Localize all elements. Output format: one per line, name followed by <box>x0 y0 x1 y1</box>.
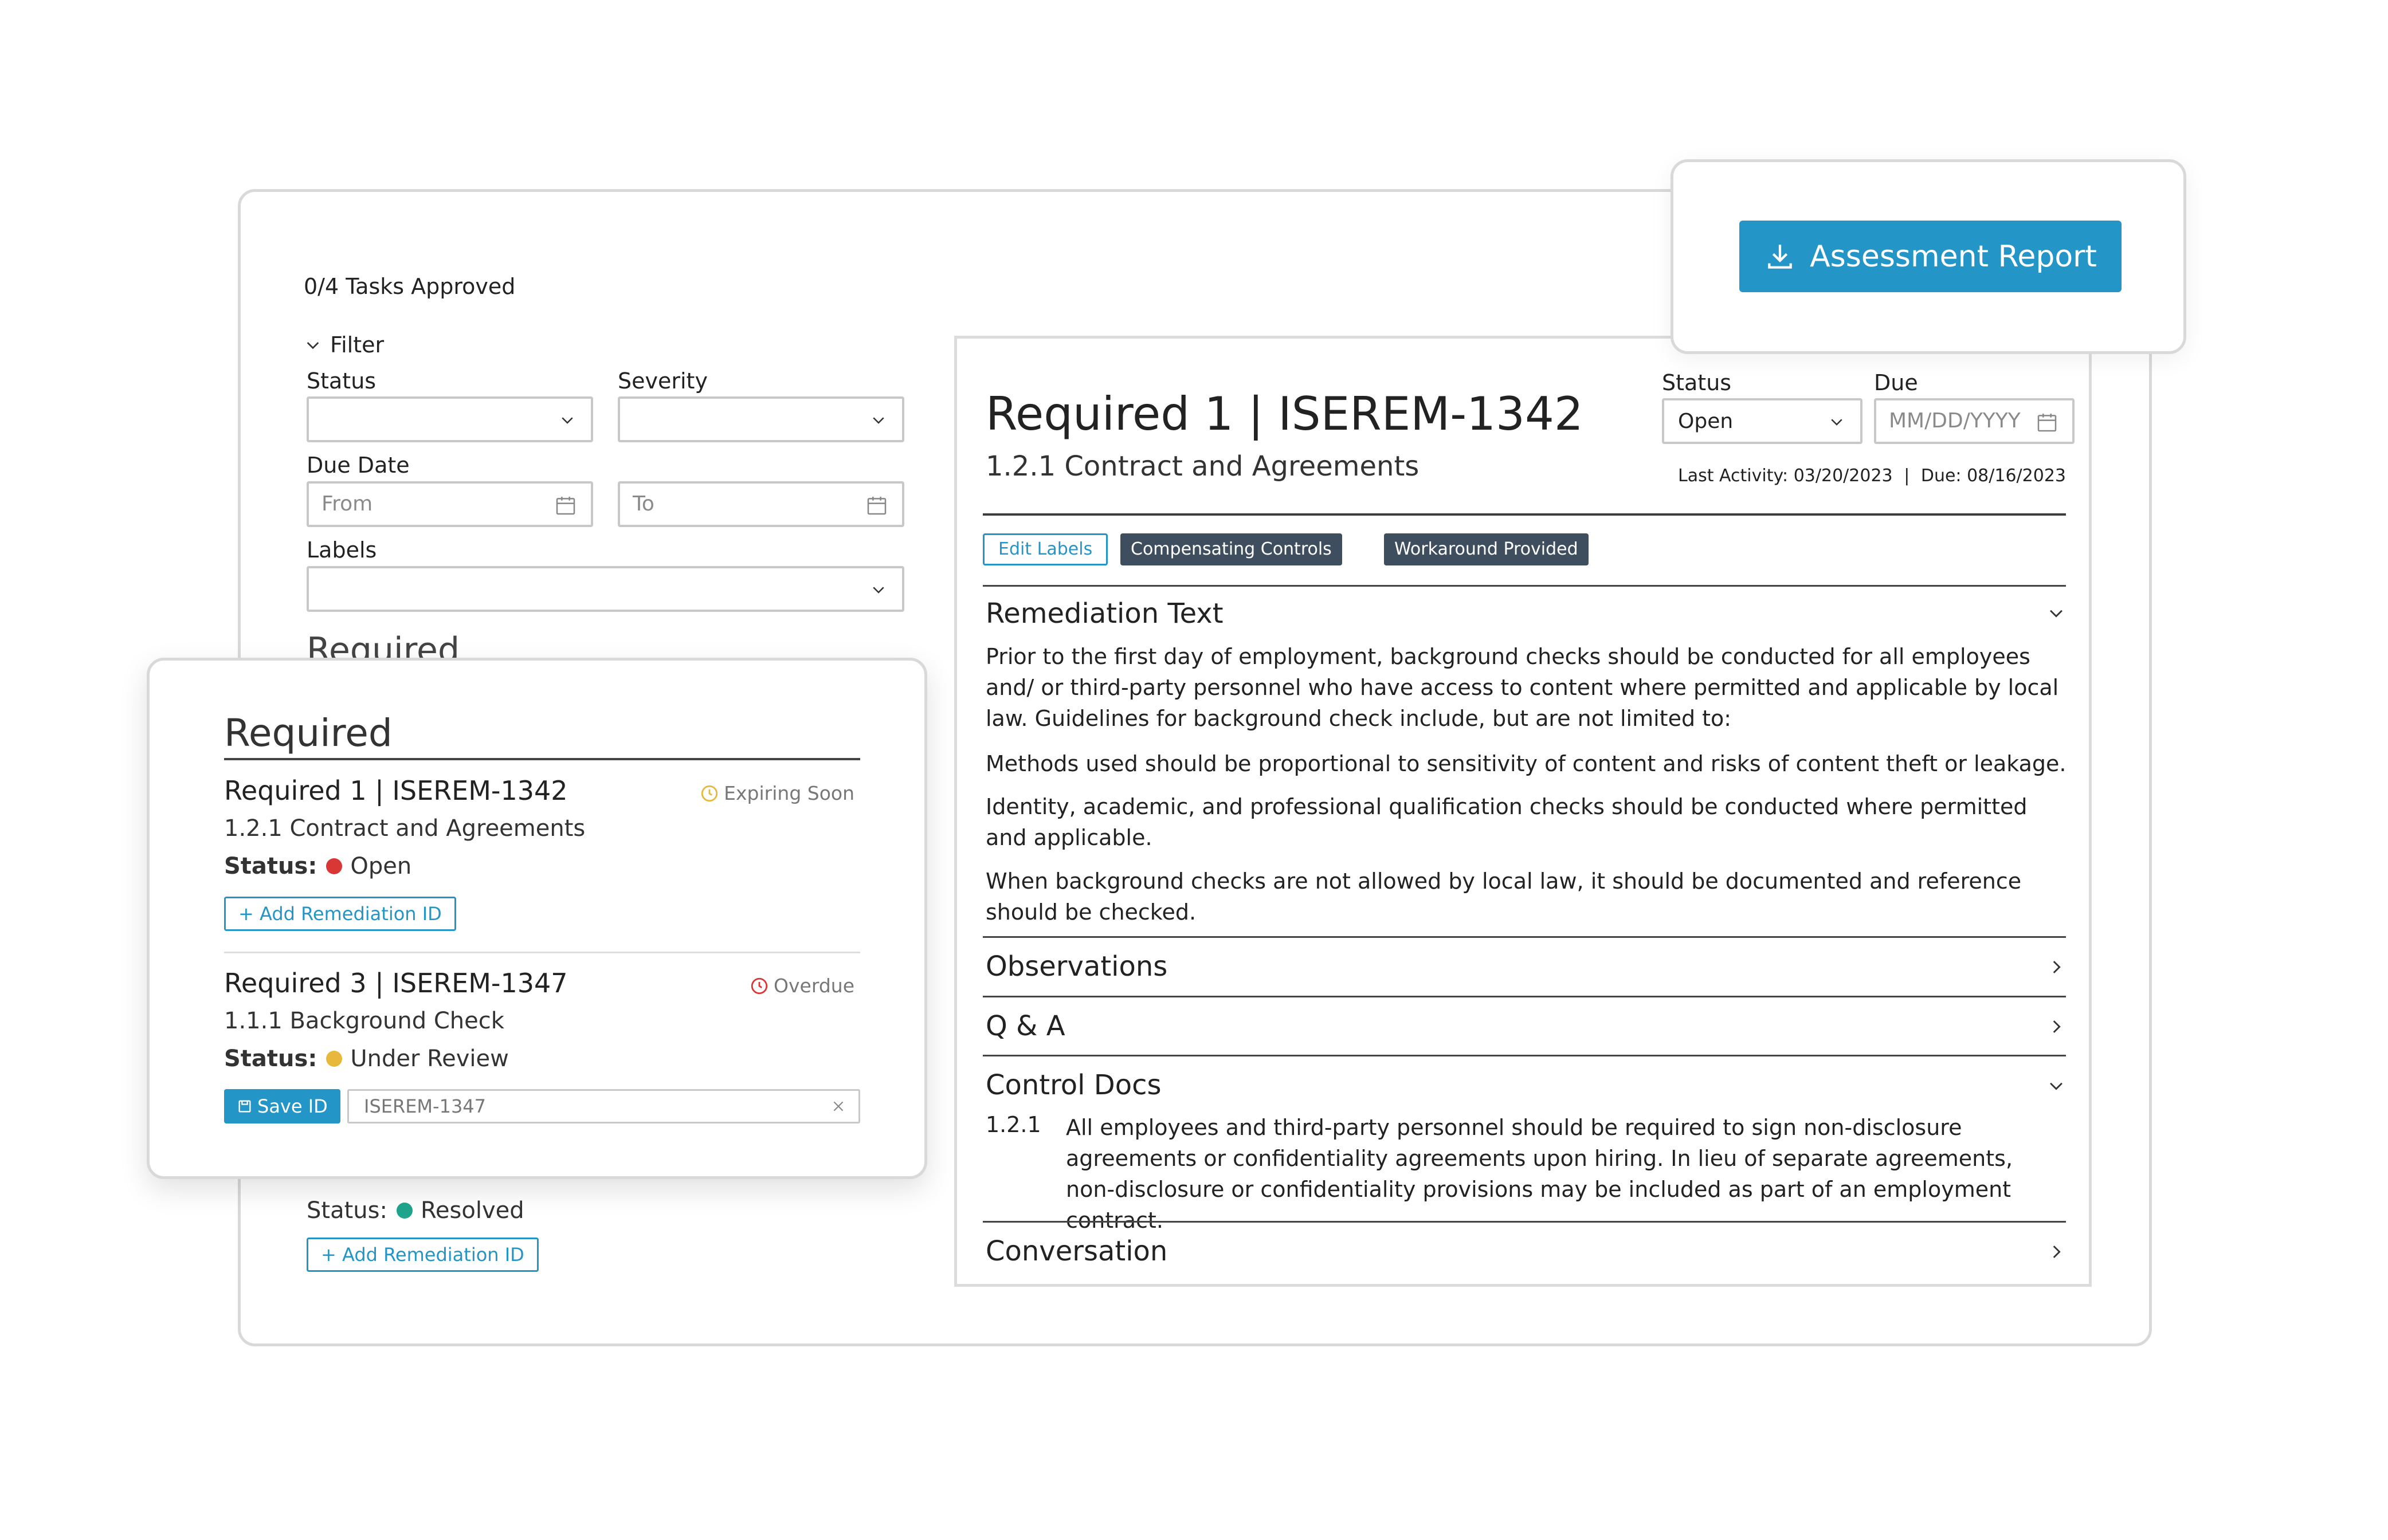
chevron-right-icon[interactable] <box>2046 957 2066 977</box>
required-item-title[interactable]: Required 1 | ISEREM-1342 <box>224 775 568 806</box>
severity-filter-label: Severity <box>618 368 708 394</box>
to-placeholder: To <box>633 492 654 516</box>
edit-labels-button[interactable]: Edit Labels <box>983 533 1108 565</box>
required-item-subtitle: 1.2.1 Contract and Agreements <box>224 815 586 842</box>
status-label: Status: <box>224 853 317 879</box>
from-placeholder: From <box>321 492 373 516</box>
assessment-report-label: Assessment Report <box>1810 239 2097 274</box>
clock-icon <box>751 977 768 994</box>
detail-status-select[interactable]: Open <box>1662 398 1862 444</box>
assessment-report-button[interactable]: Assessment Report <box>1739 221 2122 292</box>
clear-icon[interactable] <box>831 1099 846 1114</box>
download-icon <box>1768 244 1792 269</box>
status-dot-resolved <box>396 1203 413 1219</box>
divider <box>983 996 2066 997</box>
due-meta-value: 08/16/2023 <box>1967 466 2066 486</box>
clock-icon <box>701 785 718 802</box>
labels-filter-select[interactable] <box>307 566 904 612</box>
add-remediation-id-button[interactable]: + Add Remediation ID <box>307 1238 539 1272</box>
remediation-id-input[interactable]: ISEREM-1347 <box>347 1089 860 1123</box>
detail-title: Required 1 | ISEREM-1342 <box>986 387 1583 441</box>
detail-status-label: Status <box>1662 370 1732 395</box>
detail-subtitle: 1.2.1 Contract and Agreements <box>986 450 1420 482</box>
chevron-down-icon <box>1831 419 1842 426</box>
divider <box>983 513 2066 516</box>
status-filter-label: Status <box>307 368 377 394</box>
calendar-icon[interactable] <box>865 494 888 517</box>
tag-compensating-controls[interactable]: Compensating Controls <box>1120 533 1342 565</box>
divider <box>983 1221 2066 1223</box>
observations-header[interactable]: Observations <box>986 950 1167 983</box>
status-row: Status: Open <box>224 853 411 879</box>
required-item-subtitle: 1.1.1 Background Check <box>224 1008 504 1034</box>
remediation-paragraph: Identity, academic, and professional qua… <box>986 794 2028 850</box>
due-date-to-input[interactable]: To <box>618 481 904 527</box>
conversation-header[interactable]: Conversation <box>986 1235 1167 1267</box>
tasks-approved-count: 0/4 Tasks Approved <box>304 274 516 299</box>
chevron-down-icon[interactable] <box>2046 603 2066 623</box>
list-section-title: Required <box>307 630 460 660</box>
required-card: Required Required 1 | ISEREM-1342 Expiri… <box>147 658 927 1179</box>
detail-status-value: Open <box>1678 410 1734 433</box>
chevron-right-icon[interactable] <box>2046 1242 2066 1262</box>
filter-title: Filter <box>330 332 385 358</box>
calendar-icon[interactable] <box>554 494 577 517</box>
severity-filter-select[interactable] <box>618 396 904 442</box>
due-date-filter-label: Due Date <box>307 453 410 478</box>
chevron-down-icon[interactable] <box>2046 1076 2066 1095</box>
add-remediation-id-button[interactable]: + Add Remediation ID <box>224 897 456 931</box>
chevron-down-icon <box>873 417 884 424</box>
status-value: Open <box>350 853 412 879</box>
control-doc-number: 1.2.1 <box>986 1112 1041 1137</box>
due-date-from-input[interactable]: From <box>307 481 593 527</box>
status-dot-open <box>326 858 343 874</box>
expiring-soon-badge: Expiring Soon <box>700 782 854 804</box>
resolved-status-row: Status: Resolved <box>307 1197 524 1224</box>
status-label: Status: <box>224 1046 317 1072</box>
divider <box>224 952 860 953</box>
last-activity-value: 03/20/2023 <box>1793 466 1893 486</box>
filter-toggle[interactable]: Filter <box>304 332 384 358</box>
overdue-badge: Overdue <box>750 975 854 997</box>
chevron-down-icon <box>873 587 884 594</box>
activity-meta: Last Activity: 03/20/2023 | Due: 08/16/2… <box>1678 466 2066 486</box>
remediation-paragraph: When background checks are not allowed b… <box>986 869 2022 925</box>
chevron-right-icon[interactable] <box>2046 1017 2066 1036</box>
status-value: Resolved <box>420 1197 524 1224</box>
required-item-title[interactable]: Required 3 | ISEREM-1347 <box>224 968 568 999</box>
control-doc-text: All employees and third-party personnel … <box>1066 1115 2013 1233</box>
status-row: Status: Under Review <box>224 1046 509 1072</box>
status-value: Under Review <box>350 1046 509 1072</box>
detail-panel: Required 1 | ISEREM-1342 1.2.1 Contract … <box>954 336 2092 1287</box>
remediation-paragraph: Prior to the first day of employment, ba… <box>986 644 2059 731</box>
save-id-label: Save ID <box>257 1095 328 1117</box>
remediation-text-header[interactable]: Remediation Text <box>986 598 1224 630</box>
divider <box>983 585 2066 587</box>
due-meta-label: Due: <box>1920 466 1962 486</box>
last-activity-label: Last Activity: <box>1678 466 1789 486</box>
detail-due-label: Due <box>1874 370 1918 395</box>
status-filter-select[interactable] <box>307 396 593 442</box>
labels-filter-label: Labels <box>307 537 377 563</box>
status-dot-under-review <box>326 1051 343 1067</box>
chevron-down-icon <box>307 342 319 349</box>
tag-workaround-provided[interactable]: Workaround Provided <box>1384 533 1589 565</box>
save-id-button[interactable]: Save ID <box>224 1089 340 1123</box>
chevron-down-icon <box>562 417 573 424</box>
expiring-soon-text: Expiring Soon <box>724 782 854 804</box>
status-label: Status: <box>307 1197 387 1224</box>
required-card-title: Required <box>224 711 393 755</box>
overdue-text: Overdue <box>774 975 854 997</box>
remediation-paragraph: Methods used should be proportional to s… <box>986 751 2067 776</box>
divider <box>983 1055 2066 1056</box>
due-placeholder: MM/DD/YYYY <box>1889 409 2021 433</box>
detail-due-input[interactable]: MM/DD/YYYY <box>1874 398 2075 444</box>
control-docs-header[interactable]: Control Docs <box>986 1069 1162 1101</box>
divider <box>983 936 2066 938</box>
divider <box>224 758 860 760</box>
save-icon <box>238 1100 251 1113</box>
calendar-icon[interactable] <box>2036 411 2058 434</box>
qa-header[interactable]: Q & A <box>986 1010 1065 1042</box>
remediation-id-value: ISEREM-1347 <box>364 1095 487 1117</box>
